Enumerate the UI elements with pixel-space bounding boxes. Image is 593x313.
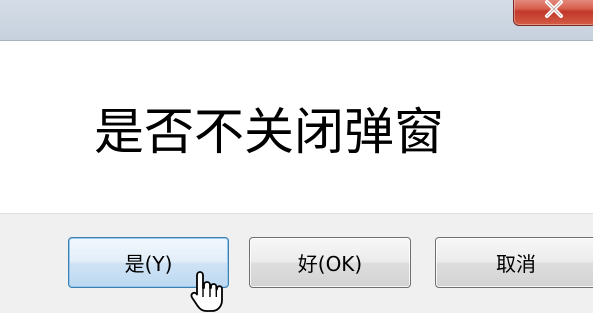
cancel-button-label: 取消 bbox=[496, 252, 536, 276]
title-bar bbox=[0, 0, 593, 41]
button-bar: 是(Y) 好(OK) 取消 bbox=[0, 213, 593, 313]
dialog-content: 是否不关闭弹窗 bbox=[0, 41, 593, 213]
dialog-window: 是否不关闭弹窗 是(Y) 好(OK) 取消 bbox=[0, 0, 593, 313]
close-icon bbox=[545, 0, 563, 18]
yes-button-label: 是(Y) bbox=[124, 252, 173, 276]
ok-button-label: 好(OK) bbox=[297, 252, 363, 276]
close-button[interactable] bbox=[513, 0, 593, 26]
cancel-button[interactable]: 取消 bbox=[435, 237, 593, 288]
hand-pointer-icon bbox=[190, 271, 223, 312]
dialog-message: 是否不关闭弹窗 bbox=[94, 103, 444, 161]
ok-button[interactable]: 好(OK) bbox=[249, 237, 411, 288]
